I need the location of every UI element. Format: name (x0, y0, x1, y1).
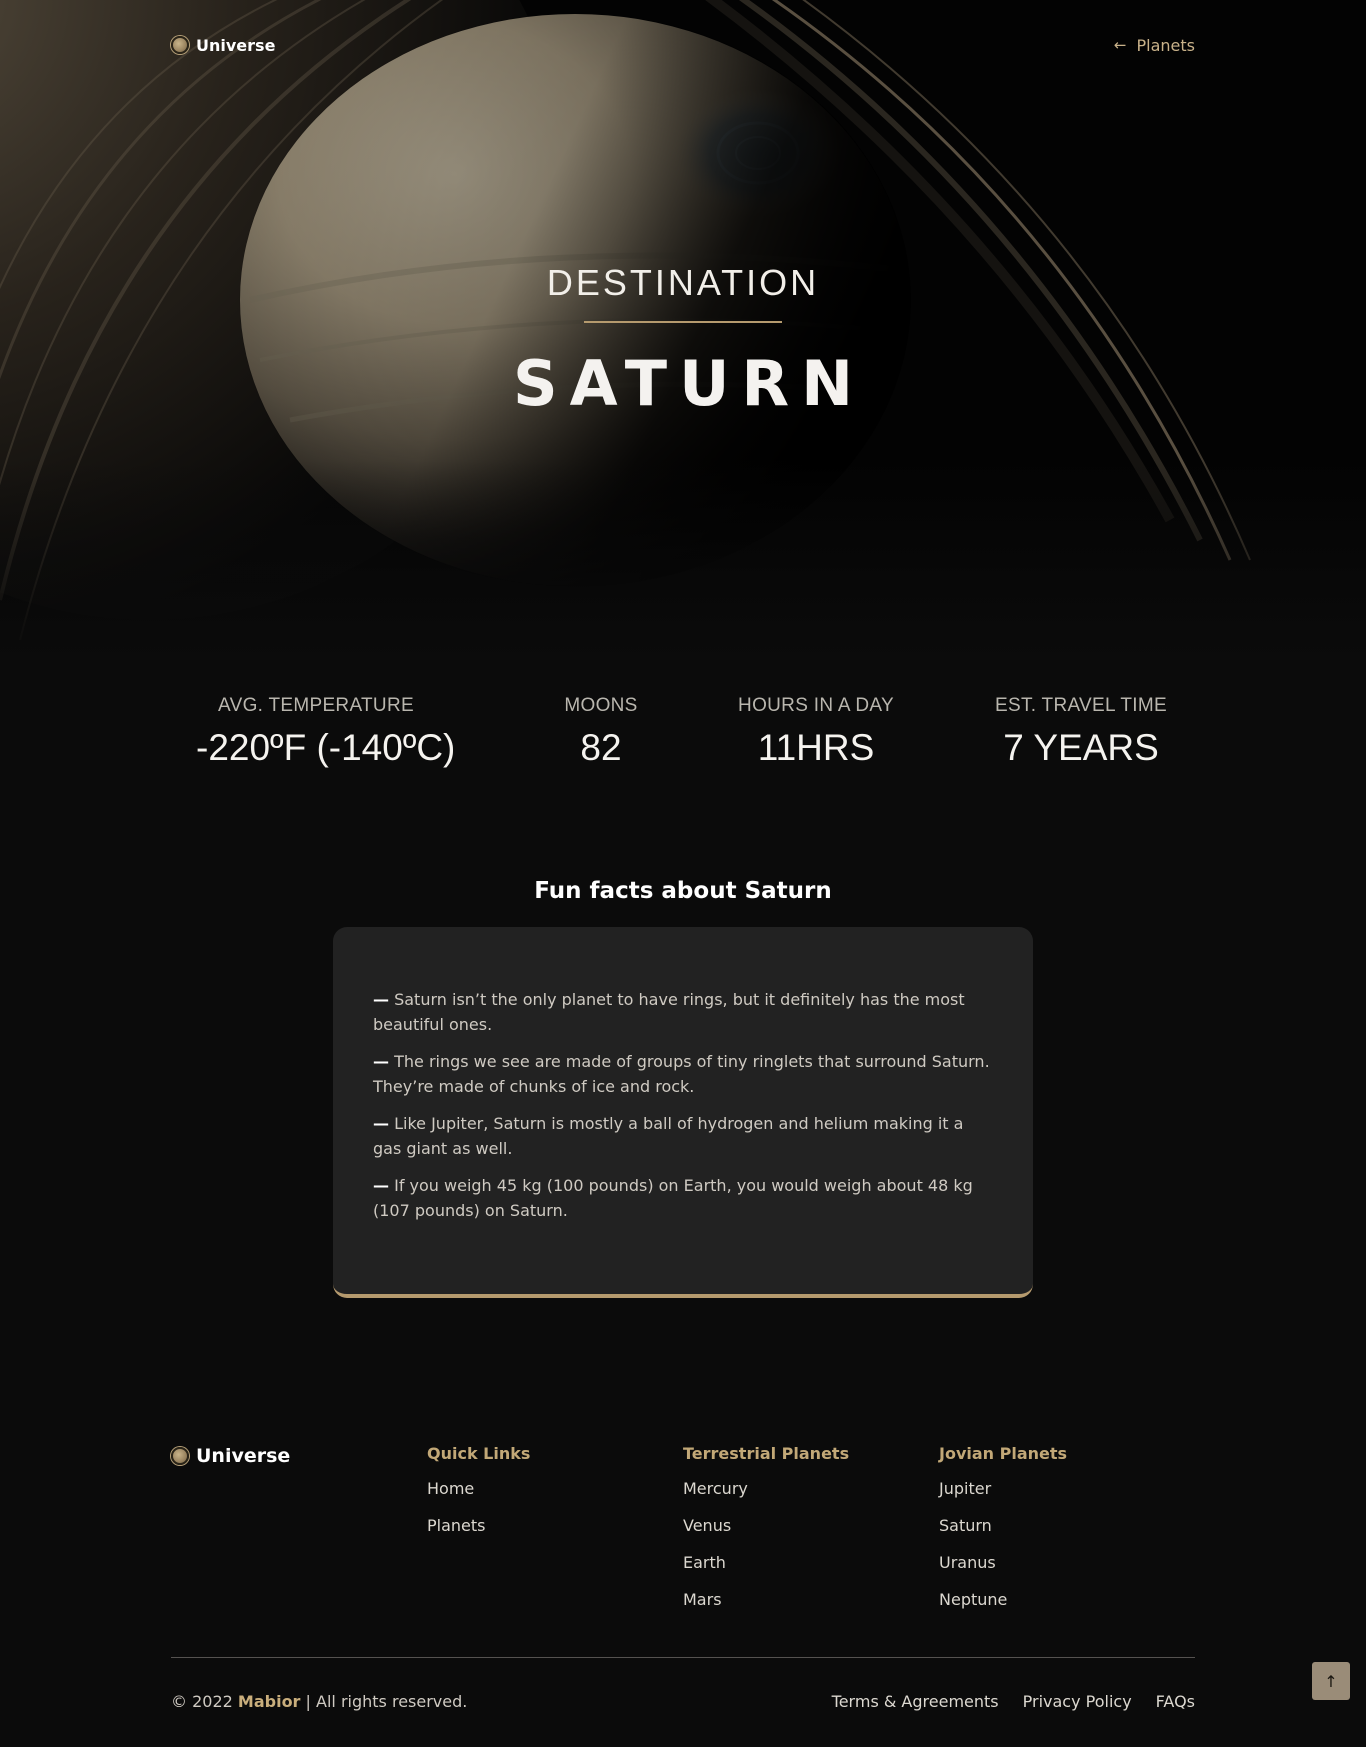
facts-card: — Saturn isn’t the only planet to have r… (333, 927, 1033, 1298)
legal-links: Terms & Agreements Privacy Policy FAQs (832, 1692, 1195, 1711)
back-link-label: Planets (1136, 35, 1196, 55)
stat-label: MOONS (564, 695, 638, 716)
hero-kicker: DESTINATION (546, 262, 820, 303)
stat-travel-time: EST. TRAVEL TIME 7 YEARS (991, 695, 1171, 769)
footer-terrestrial: Terrestrial Planets Mercury Venus Earth … (683, 1444, 849, 1627)
footer-link-planets[interactable]: Planets (427, 1516, 530, 1536)
fact-item: — The rings we see are made of groups of… (373, 1049, 995, 1099)
footer-heading: Jovian Planets (939, 1444, 1068, 1463)
footer-link-home[interactable]: Home (427, 1479, 530, 1499)
footer-quick-links: Quick Links Home Planets (427, 1444, 530, 1553)
stat-label: HOURS IN A DAY (738, 695, 894, 716)
stat-value: 11HRS (757, 727, 875, 768)
footer-link-uranus[interactable]: Uranus (939, 1553, 1067, 1573)
planet-logo-icon (171, 1447, 189, 1465)
hero-section: Universe ← Planets DESTINATION SATURN (0, 0, 1366, 660)
stat-label: AVG. TEMPERATURE (218, 695, 414, 716)
company-link[interactable]: Mabior (238, 1692, 301, 1711)
privacy-link[interactable]: Privacy Policy (1023, 1692, 1132, 1711)
footer-link-neptune[interactable]: Neptune (939, 1590, 1067, 1610)
footer-brand-name: Universe (196, 1445, 291, 1467)
footer-brand-link[interactable]: Universe (171, 1445, 290, 1467)
fact-text: Saturn isn’t the only planet to have rin… (373, 990, 965, 1034)
planet-logo-icon (171, 36, 189, 54)
back-to-planets-link[interactable]: ← Planets (1114, 36, 1195, 55)
stat-value: -220ºF (-140ºC) (196, 727, 456, 768)
hero-heading: DESTINATION SATURN (0, 262, 1366, 420)
hero-fade (0, 460, 1366, 660)
copyright-suffix: | All rights reserved. (305, 1692, 468, 1711)
footer-jovian: Jovian Planets Jupiter Saturn Uranus Nep… (939, 1444, 1067, 1627)
footer-link-mercury[interactable]: Mercury (683, 1479, 849, 1499)
fact-dash: — (373, 1114, 389, 1133)
facts-title: Fun facts about Saturn (534, 878, 832, 904)
footer-link-venus[interactable]: Venus (683, 1516, 849, 1536)
brand-name: Universe (196, 35, 276, 55)
footer-link-saturn[interactable]: Saturn (939, 1516, 1067, 1536)
top-nav: Universe ← Planets (171, 30, 1195, 60)
footer-divider (171, 1657, 1195, 1658)
footer-link-mars[interactable]: Mars (683, 1590, 849, 1610)
stat-hours: HOURS IN A DAY 11HRS (736, 695, 896, 769)
stat-moons: MOONS 82 (551, 695, 651, 769)
planet-title: SATURN (512, 347, 866, 420)
fact-text: If you weigh 45 kg (100 pounds) on Earth… (373, 1176, 973, 1220)
footer-heading: Terrestrial Planets (683, 1444, 850, 1463)
fact-text: The rings we see are made of groups of t… (373, 1052, 990, 1096)
footer-heading: Quick Links (427, 1444, 531, 1463)
faqs-link[interactable]: FAQs (1156, 1692, 1195, 1711)
stat-value: 82 (580, 727, 622, 768)
arrow-left-icon: ← (1113, 36, 1127, 54)
fact-item: — Saturn isn’t the only planet to have r… (373, 987, 995, 1037)
kicker-divider (584, 321, 782, 323)
arrow-up-icon: ↑ (1324, 1671, 1338, 1691)
footer-link-jupiter[interactable]: Jupiter (939, 1479, 1067, 1499)
brand-logo-link[interactable]: Universe (171, 36, 275, 55)
fact-item: — If you weigh 45 kg (100 pounds) on Ear… (373, 1173, 995, 1223)
stat-temperature: AVG. TEMPERATURE -220ºF (-140ºC) (196, 695, 456, 769)
fact-dash: — (373, 1052, 389, 1071)
fact-dash: — (373, 1176, 389, 1195)
stat-label: EST. TRAVEL TIME (995, 695, 1167, 716)
stats-row: AVG. TEMPERATURE -220ºF (-140ºC) MOONS 8… (171, 695, 1195, 785)
fact-dash: — (373, 990, 389, 1009)
scroll-to-top-button[interactable]: ↑ (1312, 1662, 1350, 1700)
footer-link-earth[interactable]: Earth (683, 1553, 849, 1573)
copyright-prefix: © 2022 (171, 1692, 233, 1711)
fact-text: Like Jupiter, Saturn is mostly a ball of… (373, 1114, 964, 1158)
stat-value: 7 YEARS (1003, 727, 1159, 768)
terms-link[interactable]: Terms & Agreements (832, 1692, 999, 1711)
copyright: © 2022 Mabior | All rights reserved. (171, 1692, 467, 1711)
fact-item: — Like Jupiter, Saturn is mostly a ball … (373, 1111, 995, 1161)
